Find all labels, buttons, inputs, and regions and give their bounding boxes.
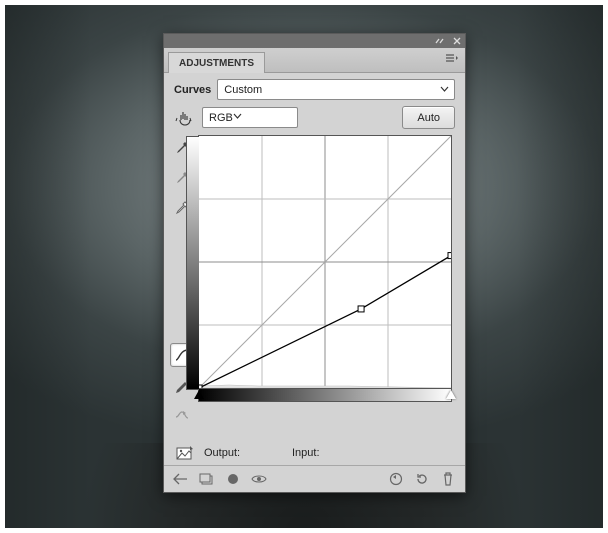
tab-label: ADJUSTMENTS: [179, 58, 254, 69]
input-gradient-strip[interactable]: [198, 389, 452, 402]
preset-select[interactable]: Custom: [217, 79, 455, 100]
close-icon[interactable]: [453, 37, 461, 45]
visibility-eye-icon[interactable]: [250, 470, 268, 488]
adjustments-panel: ADJUSTMENTS Curves Custom RGB Auto: [163, 33, 466, 493]
panel-titlebar[interactable]: [164, 34, 465, 48]
channel-value: RGB: [209, 112, 233, 124]
back-arrow-icon[interactable]: [172, 470, 190, 488]
panel-footer: [164, 465, 465, 492]
curves-graph[interactable]: [198, 135, 452, 389]
auto-button-label: Auto: [417, 112, 440, 124]
preset-row: Curves Custom: [164, 73, 465, 104]
white-point-slider[interactable]: [446, 390, 456, 399]
layer-stack-icon[interactable]: [198, 470, 216, 488]
chevron-down-icon: [440, 85, 449, 97]
chevron-down-icon: [233, 112, 242, 124]
adjustment-kind-label: Curves: [174, 84, 211, 96]
smooth-curve-icon[interactable]: [170, 403, 194, 427]
preset-value: Custom: [224, 84, 262, 96]
input-label: Input:: [292, 447, 364, 459]
input-output-row: Output: Input:: [164, 439, 465, 465]
black-point-slider[interactable]: [194, 390, 204, 399]
output-label: Output:: [204, 447, 276, 459]
output-gradient-strip: [186, 136, 199, 390]
previous-state-icon[interactable]: [387, 470, 405, 488]
mask-circle-icon[interactable]: [224, 470, 242, 488]
auto-button[interactable]: Auto: [402, 106, 455, 129]
trash-icon[interactable]: [439, 470, 457, 488]
panel-menu-icon[interactable]: [445, 53, 459, 68]
channel-select[interactable]: RGB: [202, 107, 298, 128]
panel-tab-bar: ADJUSTMENTS: [164, 48, 465, 73]
targeted-adjust-tool-icon[interactable]: [174, 109, 196, 127]
clip-preview-icon[interactable]: [174, 445, 196, 461]
channel-row: RGB Auto: [164, 104, 465, 135]
collapse-icon[interactable]: [435, 37, 447, 45]
reset-icon[interactable]: [413, 470, 431, 488]
tab-adjustments[interactable]: ADJUSTMENTS: [168, 52, 265, 73]
